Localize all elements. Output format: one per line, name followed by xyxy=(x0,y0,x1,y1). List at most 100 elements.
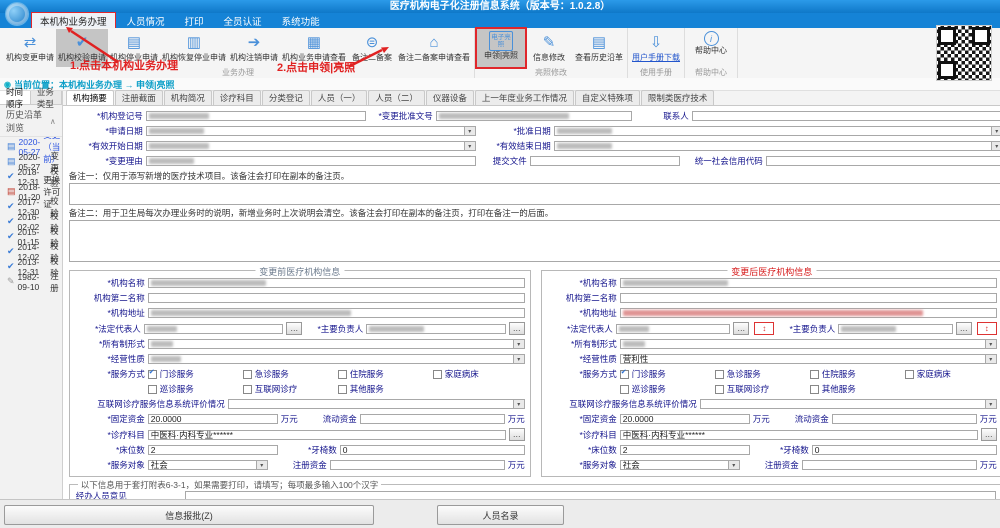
menu-item-certification[interactable]: 全员认证 xyxy=(216,13,270,28)
before-service-mode-checkbox[interactable]: 急诊服务 xyxy=(243,368,335,380)
before-current-fund-input[interactable] xyxy=(360,414,505,424)
after-current-fund-input[interactable] xyxy=(832,414,977,424)
form-tab-4[interactable]: 分类登记 xyxy=(262,90,310,105)
after-service-target-combo[interactable]: 社会▾ xyxy=(620,460,740,470)
collapse-chevron-icon[interactable]: ∧ xyxy=(50,117,56,126)
after-legal-rep-picker-button[interactable]: … xyxy=(733,322,749,335)
ribbon-item-manual-download[interactable]: ⇩用户手册下载 xyxy=(630,29,682,67)
chevron-down-icon[interactable]: ▾ xyxy=(464,127,475,135)
after-legal-rep-change-button[interactable]: ↕ xyxy=(754,322,774,335)
chevron-down-icon[interactable]: ▾ xyxy=(991,142,1000,150)
chevron-down-icon[interactable]: ▾ xyxy=(464,142,475,150)
menu-item-personnel[interactable]: 人员情况 xyxy=(119,13,173,28)
before-clinic-subjects-picker-button[interactable]: … xyxy=(509,428,525,441)
chevron-down-icon[interactable]: ▾ xyxy=(991,127,1000,135)
after-clinic-subjects-input[interactable]: 中医科·内科专业****** xyxy=(620,430,978,440)
ribbon-item-info-edit[interactable]: ✎信息修改 xyxy=(525,29,573,67)
form-tab-7[interactable]: 仪器设备 xyxy=(426,90,474,105)
form-tab-1[interactable]: 注册截面 xyxy=(115,90,163,105)
approve-date-combo[interactable]: ▾ xyxy=(554,126,1000,136)
before-service-mode-checkbox[interactable]: 住院服务 xyxy=(338,368,430,380)
after-service-mode-checkbox[interactable]: 家庭病床 xyxy=(905,368,997,380)
after-name-input[interactable] xyxy=(620,278,997,288)
ribbon-item-deregister-apply[interactable]: ➔机构注销申请 xyxy=(228,29,280,67)
ribbon-item-history-view[interactable]: ▤查看历史沿革 xyxy=(573,29,625,67)
before-fixed-fund-input[interactable]: 20.0000 xyxy=(148,414,278,424)
sidebar-tab-time-order[interactable]: 时间顺序 xyxy=(0,91,31,104)
chevron-down-icon[interactable]: ▾ xyxy=(985,355,996,363)
before-clinic-subjects-input[interactable]: 中医科·内科专业****** xyxy=(148,430,506,440)
sidebar-tab-business-type[interactable]: 业务类型 xyxy=(31,91,62,104)
menu-item-system[interactable]: 系统功能 xyxy=(274,13,328,28)
after-dental-chairs-input[interactable]: 0 xyxy=(812,445,997,455)
after-service-mode-checkbox[interactable]: 急诊服务 xyxy=(715,368,807,380)
chevron-down-icon[interactable]: ▾ xyxy=(985,340,996,348)
report-info-button[interactable]: 信息报批(Z) xyxy=(4,505,374,525)
after-reg-fund-input[interactable] xyxy=(802,460,977,470)
form-tab-6[interactable]: 人员（二） xyxy=(368,90,425,105)
after-service-mode-checkbox[interactable]: 巡诊服务 xyxy=(620,383,712,395)
before-service-mode-checkbox[interactable]: 互联网诊疗 xyxy=(243,383,335,395)
before-principal-picker-button[interactable]: … xyxy=(509,322,525,335)
after-beds-input[interactable]: 2 xyxy=(620,445,750,455)
before-name-input[interactable] xyxy=(148,278,525,288)
menu-item-print[interactable]: 打印 xyxy=(177,13,212,28)
after-internet-info-combo[interactable]: ▾ xyxy=(700,399,997,409)
after-address-input[interactable] xyxy=(620,308,997,318)
before-operation-nature-combo[interactable]: ▾ xyxy=(148,354,525,364)
chevron-down-icon[interactable]: ▾ xyxy=(513,340,524,348)
after-operation-nature-combo[interactable]: 营利性▾ xyxy=(620,354,997,364)
before-legal-rep-picker-button[interactable]: … xyxy=(286,322,302,335)
form-tab-5[interactable]: 人员（一） xyxy=(311,90,368,105)
chevron-down-icon[interactable]: ▾ xyxy=(985,400,996,408)
after-principal-change-button[interactable]: ↕ xyxy=(977,322,997,335)
contact-input[interactable] xyxy=(692,111,1000,121)
note1-textarea[interactable] xyxy=(69,183,1000,205)
form-tab-3[interactable]: 诊疗科目 xyxy=(213,90,261,105)
before-internet-info-combo[interactable]: ▾ xyxy=(228,399,525,409)
submit-file-input[interactable] xyxy=(530,156,680,166)
chevron-down-icon[interactable]: ▾ xyxy=(256,461,267,469)
before-second-name-input[interactable] xyxy=(148,293,525,303)
valid-end-combo[interactable]: ▾ xyxy=(554,141,1000,151)
before-service-mode-checkbox[interactable]: ✔门诊服务 xyxy=(148,368,240,380)
ribbon-item-note2-filing-view[interactable]: ⌂备注二备案申请查看 xyxy=(396,29,472,67)
before-service-mode-checkbox[interactable]: 其他服务 xyxy=(338,383,430,395)
change-reason-input[interactable] xyxy=(146,156,476,166)
before-service-target-combo[interactable]: 社会▾ xyxy=(148,460,268,470)
form-tab-8[interactable]: 上一年度业务工作情况 xyxy=(475,90,574,105)
credit-code-input[interactable] xyxy=(766,156,1000,166)
ribbon-item-help-center[interactable]: i帮助中心 xyxy=(687,29,735,67)
after-second-name-input[interactable] xyxy=(620,293,997,303)
apply-date-combo[interactable]: ▾ xyxy=(146,126,476,136)
after-legal-rep-input[interactable] xyxy=(616,324,731,334)
chevron-down-icon[interactable]: ▾ xyxy=(728,461,739,469)
after-service-mode-checkbox[interactable]: ✔门诊服务 xyxy=(620,368,712,380)
after-ownership-combo[interactable]: ▾ xyxy=(620,339,997,349)
after-principal-input[interactable] xyxy=(838,324,953,334)
after-service-mode-checkbox[interactable]: 其他服务 xyxy=(810,383,902,395)
form-tab-10[interactable]: 限制类医疗技术 xyxy=(641,90,715,105)
after-fixed-fund-input[interactable]: 20.0000 xyxy=(620,414,750,424)
form-tab-2[interactable]: 机构简况 xyxy=(164,90,212,105)
note2-textarea[interactable] xyxy=(69,220,1000,262)
after-principal-picker-button[interactable]: … xyxy=(956,322,972,335)
before-reg-fund-input[interactable] xyxy=(330,460,505,470)
personnel-roster-button[interactable]: 人员名录 xyxy=(437,505,564,525)
chevron-down-icon[interactable]: ▾ xyxy=(513,400,524,408)
before-principal-input[interactable] xyxy=(366,324,506,334)
form-tab-9[interactable]: 自定义特殊项 xyxy=(575,90,640,105)
change-doc-input[interactable] xyxy=(436,111,632,121)
before-legal-rep-input[interactable] xyxy=(144,324,284,334)
before-beds-input[interactable]: 2 xyxy=(148,445,278,455)
chevron-down-icon[interactable]: ▾ xyxy=(513,355,524,363)
ribbon-item-change-apply[interactable]: ⇄机构变更申请 xyxy=(4,29,56,67)
before-ownership-combo[interactable]: ▾ xyxy=(148,339,525,349)
after-clinic-subjects-picker-button[interactable]: … xyxy=(981,428,997,441)
valid-start-combo[interactable]: ▾ xyxy=(146,141,476,151)
form-tab-0[interactable]: 机构摘要 xyxy=(66,90,114,105)
history-item[interactable]: ✎1982-09-10注册 xyxy=(0,274,62,289)
ribbon-item-license-apply[interactable]: 电子亮照申领|亮照 xyxy=(477,29,525,67)
before-address-input[interactable] xyxy=(148,308,525,318)
before-service-mode-checkbox[interactable]: 家庭病床 xyxy=(433,368,525,380)
